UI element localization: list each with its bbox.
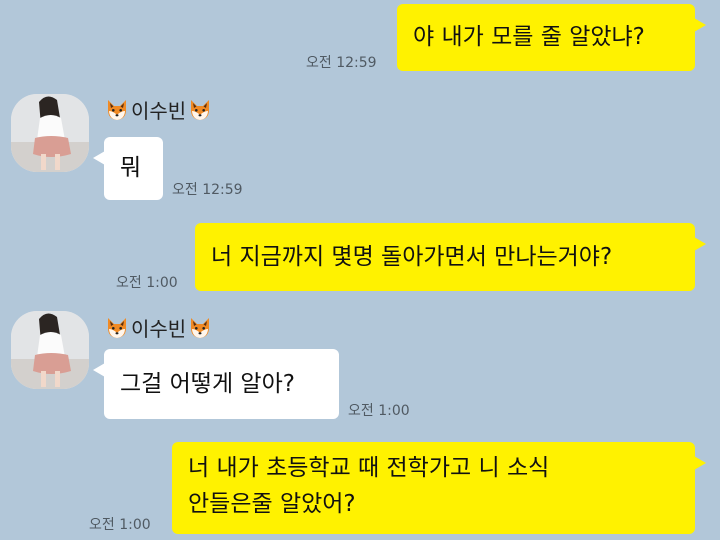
chat-room[interactable]: 오전 12:59 야 내가 모를 줄 알았냐? 이수빈 뭐 오전 12:59 오… [0,0,720,540]
my-message-bubble[interactable]: 너 내가 초등학교 때 전학가고 니 소식 안들은줄 알았어? [172,442,706,534]
sender-name: 이수빈 [105,313,212,342]
my-message-bubble[interactable]: 너 지금까지 몇명 돌아가면서 만나는거야? [195,223,706,291]
fox-face-icon [188,316,212,340]
sender-name-text: 이수빈 [131,99,187,123]
their-message-bubble[interactable]: 그걸 어떻게 알아? [93,349,339,419]
message-line: 안들은줄 알았어? [188,491,356,517]
my-message-bubble[interactable]: 야 내가 모를 줄 알았냐? [397,4,706,71]
contact-avatar[interactable] [11,311,89,389]
sender-name: 이수빈 [105,95,212,124]
message-time: 오전 1:00 [116,275,178,291]
fox-face-icon [105,98,129,122]
contact-avatar[interactable] [11,94,89,172]
profile-photo [11,94,89,172]
message-time: 오전 1:00 [348,403,410,419]
profile-photo [11,311,89,389]
fox-face-icon [188,98,212,122]
message-time: 오전 12:59 [172,182,243,198]
message-line: 너 내가 초등학교 때 전학가고 니 소식 [188,455,550,481]
fox-face-icon [105,316,129,340]
message-time: 오전 1:00 [89,517,151,533]
message-time: 오전 12:59 [306,55,377,71]
their-message-bubble[interactable]: 뭐 [93,137,163,200]
sender-name-text: 이수빈 [131,317,187,341]
